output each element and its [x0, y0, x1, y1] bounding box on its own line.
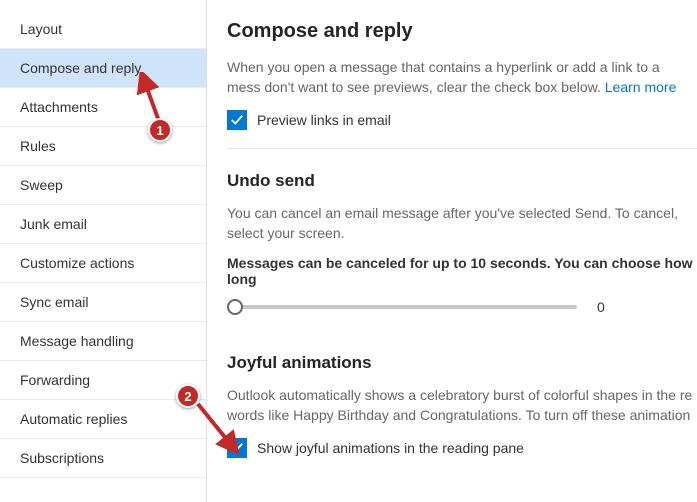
sidebar-item-junk-email[interactable]: Junk email	[0, 205, 206, 244]
desc-text-b: don't want to see previews, clear the ch…	[264, 79, 604, 95]
sidebar-item-subscriptions[interactable]: Subscriptions	[0, 439, 206, 478]
sidebar-item-layout[interactable]: Layout	[0, 10, 206, 49]
sidebar-item-customize-actions[interactable]: Customize actions	[0, 244, 206, 283]
undo-send-description: You can cancel an email message after yo…	[227, 203, 697, 244]
sidebar-item-automatic-replies[interactable]: Automatic replies	[0, 400, 206, 439]
preview-links-label: Preview links in email	[257, 112, 391, 128]
joyful-animations-title: Joyful animations	[227, 353, 697, 373]
divider	[227, 148, 697, 149]
undo-send-bold-text: Messages can be canceled for up to 10 se…	[227, 255, 697, 287]
annotation-arrow-2	[192, 398, 252, 458]
slider-track	[227, 305, 577, 309]
preview-links-checkbox-row: Preview links in email	[227, 110, 697, 130]
learn-more-link[interactable]: Learn more	[605, 79, 677, 95]
slider-thumb[interactable]	[227, 299, 243, 315]
annotation-badge-2: 2	[176, 384, 200, 408]
annotation-badge-1: 1	[148, 118, 172, 142]
page-title: Compose and reply	[227, 20, 697, 43]
joyful-animations-label: Show joyful animations in the reading pa…	[257, 440, 524, 456]
check-icon	[230, 113, 244, 127]
sidebar-item-message-handling[interactable]: Message handling	[0, 322, 206, 361]
sidebar-item-sweep[interactable]: Sweep	[0, 166, 206, 205]
undo-send-title: Undo send	[227, 171, 697, 191]
preview-links-checkbox[interactable]	[227, 110, 247, 130]
undo-send-value: 0	[597, 299, 617, 315]
joyful-animations-checkbox-row: Show joyful animations in the reading pa…	[227, 438, 697, 458]
undo-send-slider[interactable]	[227, 297, 577, 317]
preview-links-description: When you open a message that contains a …	[227, 57, 697, 98]
sidebar-item-sync-email[interactable]: Sync email	[0, 283, 206, 322]
joyful-animations-description: Outlook automatically shows a celebrator…	[227, 385, 697, 426]
sidebar-item-rules[interactable]: Rules	[0, 127, 206, 166]
undo-send-slider-row: 0	[227, 297, 697, 317]
settings-main: Compose and reply When you open a messag…	[207, 0, 697, 502]
